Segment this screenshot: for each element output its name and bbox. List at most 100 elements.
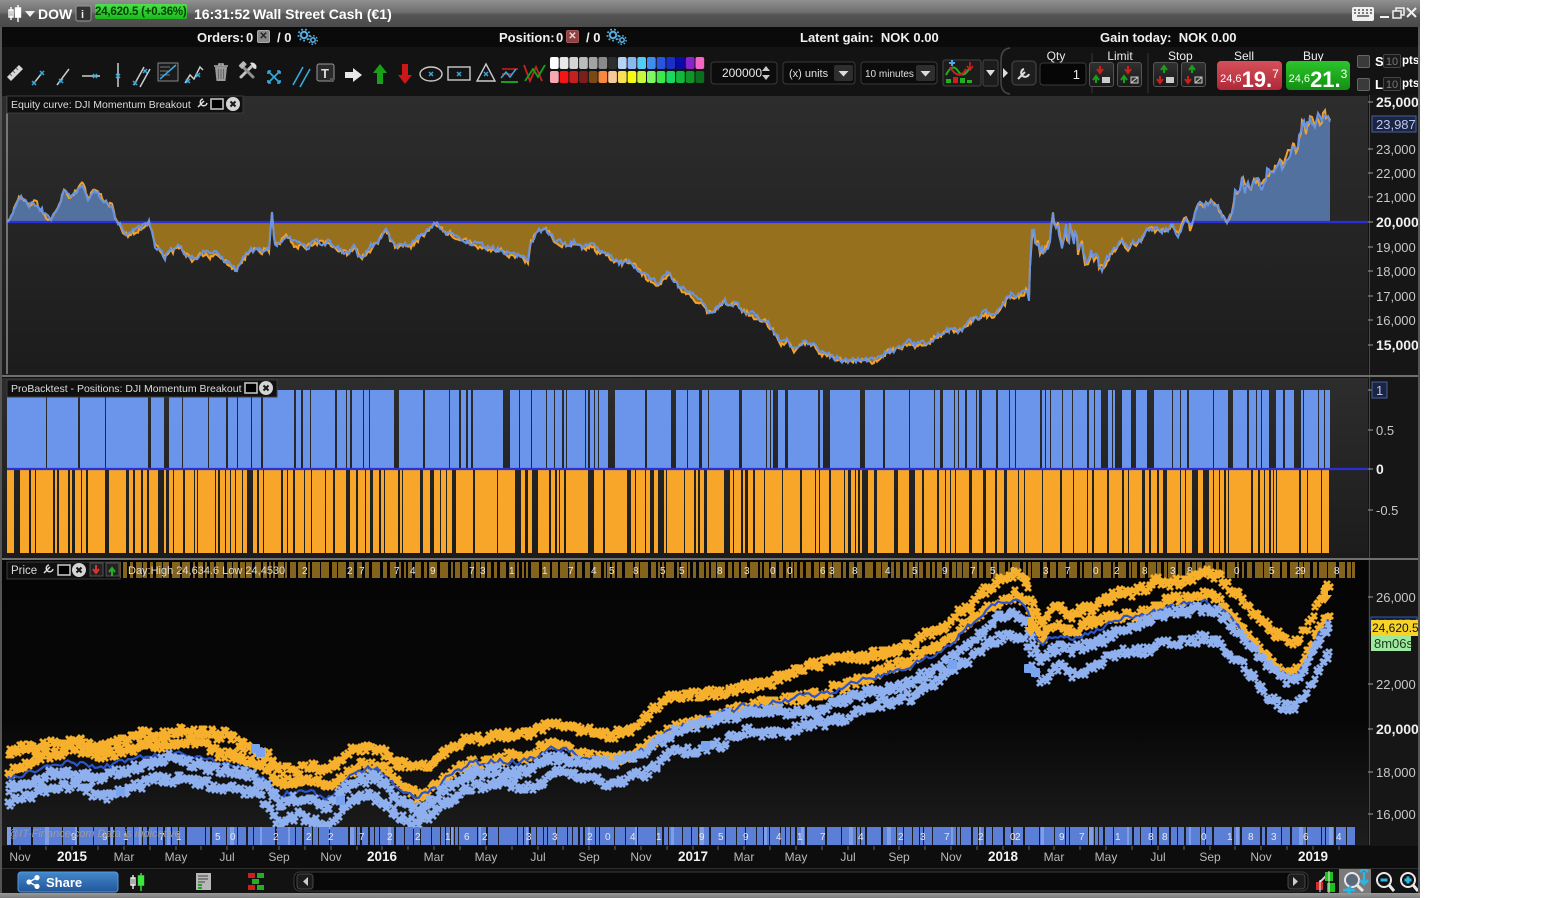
svg-text:0: 0 [1234,566,1240,577]
svg-text:-0.5: -0.5 [1376,503,1398,518]
svg-text:1: 1 [1227,832,1233,843]
svg-text:5: 5 [990,566,996,577]
svg-text:7: 7 [359,566,365,577]
svg-text:18,000: 18,000 [1376,264,1416,279]
svg-text:20,000: 20,000 [1376,721,1419,737]
svg-text:1: 1 [1073,67,1080,82]
svg-text:3: 3 [480,566,486,577]
svg-text:Sep: Sep [1199,850,1221,864]
svg-text:May: May [1095,850,1118,864]
svg-text:20,000: 20,000 [1376,214,1419,230]
svg-text:0: 0 [770,566,776,577]
svg-text:Price: Price [11,565,37,577]
svg-text:Mar: Mar [734,850,755,864]
svg-text:1: 1 [797,832,803,843]
svg-text:5: 5 [660,566,666,577]
svg-text:2016: 2016 [367,849,398,864]
svg-text:@IT-Finance.com Data is indica: @IT-Finance.com Data is indicative [8,828,181,840]
svg-text:16:31:52: 16:31:52 [194,6,250,22]
svg-text:May: May [475,850,498,864]
svg-text:5: 5 [679,566,685,577]
svg-text:2: 2 [482,832,488,843]
svg-text:15,000: 15,000 [1376,337,1419,353]
svg-text:2: 2 [1015,832,1021,843]
svg-text:4: 4 [630,832,636,843]
svg-text:7: 7 [469,566,475,577]
svg-text:4: 4 [776,832,782,843]
svg-text:25,000: 25,000 [1376,95,1419,110]
svg-text:8: 8 [852,566,858,577]
svg-text:8m06s: 8m06s [1374,636,1414,651]
svg-text:1: 1 [656,832,662,843]
svg-text:7: 7 [944,832,950,843]
svg-text:May: May [785,850,808,864]
svg-text:8: 8 [1142,566,1148,577]
svg-text:Sep: Sep [268,850,290,864]
svg-text:7: 7 [359,832,365,843]
svg-text:9: 9 [699,832,705,843]
svg-text:2017: 2017 [678,849,708,864]
svg-text:3: 3 [552,832,558,843]
svg-text:5: 5 [718,832,724,843]
svg-text:7: 7 [820,832,826,843]
svg-text:2019: 2019 [1298,849,1328,864]
svg-text:8: 8 [717,566,723,577]
svg-text:7: 7 [970,566,976,577]
svg-text:4: 4 [410,566,416,577]
svg-text:Jul: Jul [1150,850,1165,864]
svg-text:Mar: Mar [424,850,445,864]
svg-text:5: 5 [609,566,615,577]
svg-text:Mar: Mar [1044,850,1065,864]
svg-text:2: 2 [978,832,984,843]
svg-text:5: 5 [912,566,918,577]
svg-text:3: 3 [526,832,532,843]
svg-text:8: 8 [1148,832,1154,843]
svg-text:Mar: Mar [114,850,135,864]
svg-text:3: 3 [744,566,750,577]
svg-text:Equity curve: DJI Momentum Bre: Equity curve: DJI Momentum Breakout [11,99,191,111]
svg-text:Wall Street Cash (€1): Wall Street Cash (€1) [253,6,392,22]
svg-text:T: T [321,66,329,81]
svg-text:6: 6 [1303,832,1309,843]
svg-text:Limit: Limit [1107,49,1133,63]
svg-text:7: 7 [1065,566,1071,577]
svg-text:21,000: 21,000 [1376,190,1416,205]
svg-text:2018: 2018 [988,849,1019,864]
svg-text:200000: 200000 [722,66,762,80]
svg-text:Sep: Sep [888,850,910,864]
svg-text:May: May [165,850,188,864]
svg-text:1: 1 [542,566,548,577]
svg-text:1: 1 [1376,383,1383,398]
svg-text:3: 3 [920,832,926,843]
svg-text:9: 9 [1300,566,1306,577]
svg-text:22,000: 22,000 [1376,166,1416,181]
svg-text:Jul: Jul [530,850,545,864]
svg-text:2: 2 [387,832,393,843]
svg-text:3: 3 [829,566,835,577]
svg-text:3: 3 [1271,832,1277,843]
svg-text:0: 0 [1376,461,1384,477]
svg-text:24,620.5: 24,620.5 [1372,621,1419,635]
svg-text:Nov: Nov [940,850,961,864]
svg-text:0.5: 0.5 [1376,423,1394,438]
svg-text:9: 9 [942,566,948,577]
svg-text:0: 0 [1093,566,1099,577]
svg-text:i: i [81,9,84,21]
svg-text:6: 6 [464,832,470,843]
svg-text:ProBacktest - Positions: DJI M: ProBacktest - Positions: DJI Momentum Br… [11,383,242,395]
svg-text:16,000: 16,000 [1376,313,1416,328]
svg-text:4: 4 [885,566,891,577]
svg-text:8: 8 [633,566,639,577]
svg-text:9: 9 [430,566,436,577]
svg-text:5: 5 [1269,566,1275,577]
svg-text:3: 3 [1043,566,1049,577]
svg-text:0: 0 [787,566,793,577]
svg-text:0: 0 [605,832,611,843]
svg-text:DOW: DOW [38,6,73,22]
svg-text:23,987: 23,987 [1376,117,1416,132]
svg-text:4: 4 [858,832,864,843]
svg-text:8: 8 [1162,832,1168,843]
svg-text:2015: 2015 [57,849,88,864]
svg-text:18,000: 18,000 [1376,765,1416,780]
svg-text:Jul: Jul [840,850,855,864]
